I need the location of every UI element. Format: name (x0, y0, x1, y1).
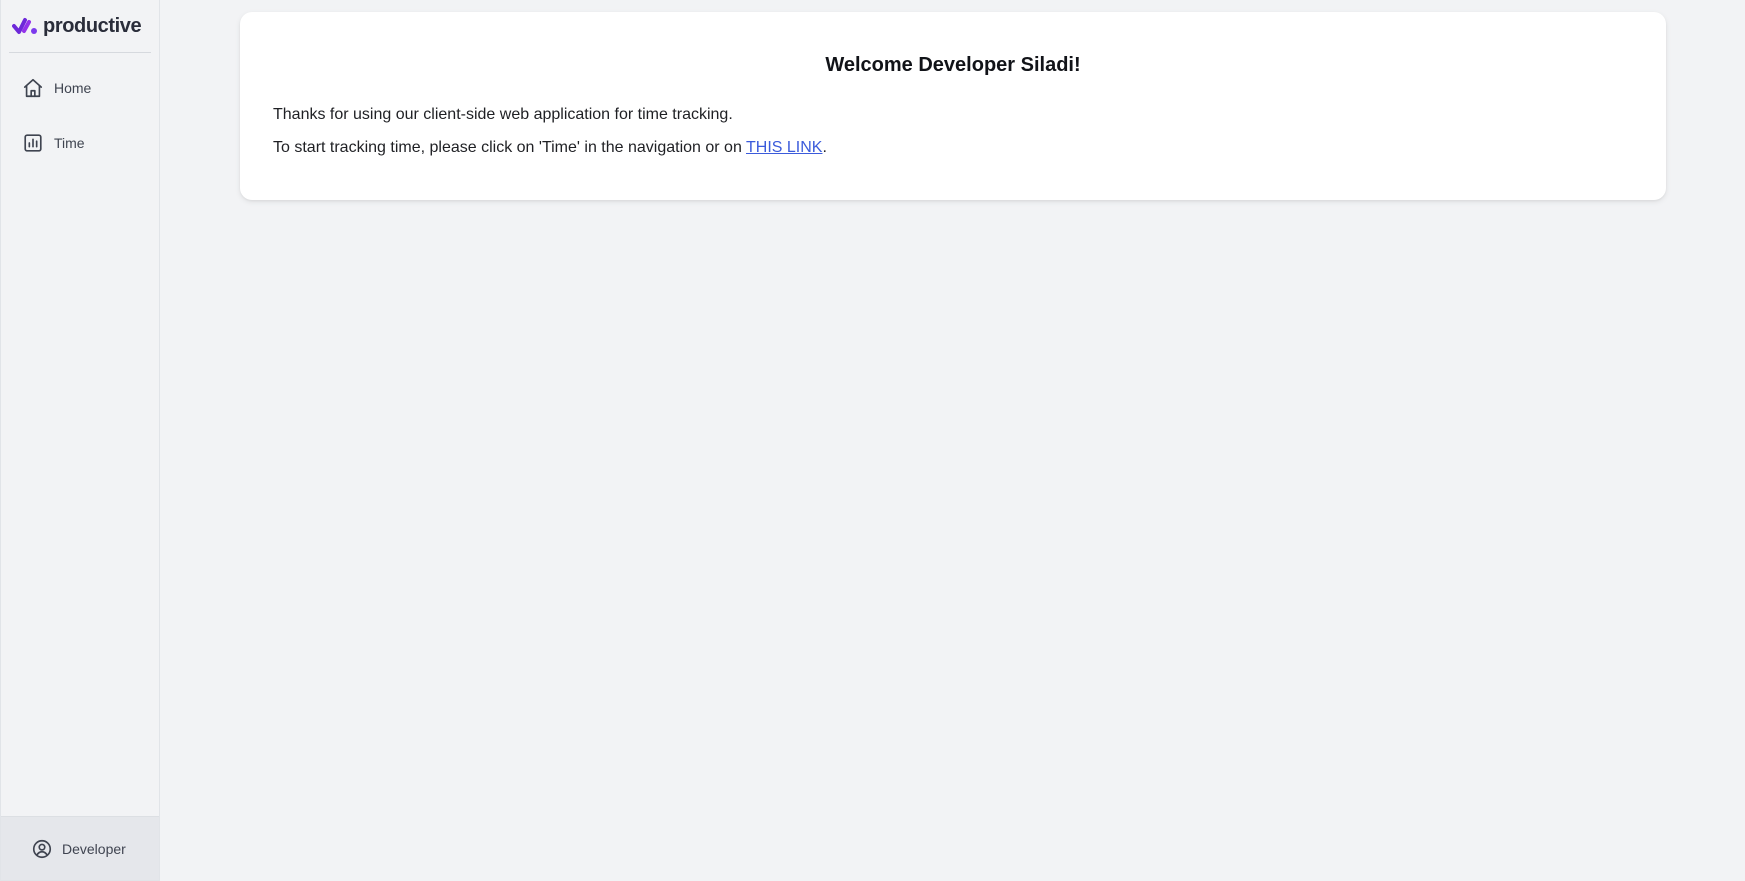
instruction-prefix: To start tracking time, please click on … (273, 139, 746, 156)
brand-name: productive (43, 14, 142, 37)
instruction-text: To start tracking time, please click on … (273, 138, 1633, 158)
nav-item-home[interactable]: Home (1, 60, 159, 115)
nav-item-time[interactable]: Time (1, 115, 159, 170)
bar-chart-icon (22, 132, 44, 154)
nav-item-label: Home (54, 79, 92, 96)
home-icon (22, 77, 44, 99)
sidebar: productive Home Time Developer (0, 0, 160, 881)
welcome-card: Welcome Developer Siladi! Thanks for usi… (240, 12, 1666, 200)
user-name: Developer (62, 840, 126, 857)
time-link[interactable]: THIS LINK (746, 139, 822, 156)
user-menu[interactable]: Developer (1, 816, 159, 880)
checkmark-logo-icon (12, 18, 37, 34)
welcome-text: Thanks for using our client-side web app… (273, 106, 733, 123)
brand[interactable]: productive (9, 0, 151, 53)
page-title: Welcome Developer Siladi! (825, 54, 1081, 76)
instruction-suffix: . (822, 139, 827, 156)
nav-item-label: Time (54, 134, 85, 151)
user-circle-icon (32, 839, 52, 858)
main-nav: Home Time (1, 53, 159, 170)
